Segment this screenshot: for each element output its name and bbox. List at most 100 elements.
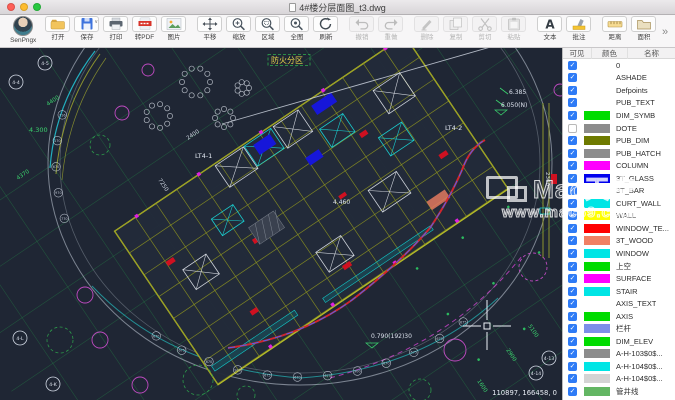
svg-text:4-13: 4-13: [544, 356, 555, 362]
svg-text:670: 670: [294, 375, 300, 379]
layer-visibility-checkbox[interactable]: ✓: [568, 311, 577, 321]
layer-visibility-checkbox[interactable]: ✓: [568, 299, 577, 309]
layer-row[interactable]: ✓ 3T_WOOD: [563, 235, 675, 248]
layer-row[interactable]: ✓ AXIS_TEXT: [563, 297, 675, 310]
layer-row[interactable]: ✓ 3T_GLASS: [563, 172, 675, 185]
layer-visibility-checkbox[interactable]: ✓: [568, 98, 577, 108]
refresh-icon[interactable]: [313, 16, 338, 32]
layer-visibility-checkbox[interactable]: ✓: [568, 274, 577, 284]
toolbar-save-button[interactable]: ∨ 保存: [72, 16, 101, 42]
layer-row[interactable]: ✓ SURFACE: [563, 272, 675, 285]
layer-color-swatch: [584, 136, 610, 146]
image-icon[interactable]: [161, 16, 186, 32]
layer-visibility-checkbox[interactable]: ✓: [568, 336, 577, 346]
layer-visibility-checkbox[interactable]: [568, 123, 577, 133]
toolbar-zoom-button[interactable]: 缩放: [224, 16, 253, 42]
layer-visibility-checkbox[interactable]: ✓: [568, 286, 577, 296]
layer-visibility-checkbox[interactable]: ✓: [568, 223, 577, 233]
toolbar-distance-button[interactable]: 距离: [600, 16, 629, 42]
layer-row[interactable]: ✓ 3T_BAR: [563, 184, 675, 197]
toolbar-open-button[interactable]: 打开: [43, 16, 72, 42]
layer-row[interactable]: ✓ 上空: [563, 260, 675, 273]
open-icon[interactable]: [45, 16, 70, 32]
text-icon[interactable]: A: [537, 16, 562, 32]
toolbar-area-button[interactable]: 面积: [629, 16, 658, 42]
layer-name: DIM_SYMB: [616, 110, 656, 120]
layer-row[interactable]: ✓ Defpoints: [563, 84, 675, 97]
layer-visibility-checkbox[interactable]: ✓: [568, 110, 577, 120]
layer-visibility-checkbox[interactable]: ✓: [568, 198, 577, 208]
layer-row[interactable]: ✓ A-H-104$0$...: [563, 360, 675, 373]
svg-text:4-4: 4-4: [12, 80, 20, 86]
toolbar-pdf-button[interactable]: 转PDF: [130, 16, 159, 42]
undo-icon: [349, 16, 374, 32]
layer-visibility-checkbox[interactable]: ✓: [568, 374, 577, 384]
area-icon[interactable]: [631, 16, 656, 32]
layer-visibility-checkbox[interactable]: ✓: [568, 211, 577, 221]
pan-icon[interactable]: [197, 16, 222, 32]
layer-row[interactable]: ✓ CURT_WALL: [563, 197, 675, 210]
layer-row[interactable]: ✓ COLUMN: [563, 159, 675, 172]
layer-row[interactable]: ✓ DIM_SYMB: [563, 109, 675, 122]
layer-name: A-H-104$0$...: [616, 374, 663, 384]
minimize-button[interactable]: [20, 3, 28, 11]
drawing-canvas[interactable]: 675 670 675 670 900 675 670 675 900 670 675 670 770 9…: [0, 0, 675, 400]
svg-text:170: 170: [54, 139, 60, 143]
layer-row[interactable]: ✓ PUB_TEXT: [563, 97, 675, 110]
layer-visibility-checkbox[interactable]: ✓: [568, 324, 577, 334]
annotate-icon[interactable]: [566, 16, 591, 32]
layer-visibility-checkbox[interactable]: ✓: [568, 73, 577, 83]
layer-row[interactable]: ✓ 栏杆: [563, 322, 675, 335]
print-icon[interactable]: [103, 16, 128, 32]
layer-row[interactable]: ✓ DIM_ELEV: [563, 335, 675, 348]
layer-row[interactable]: ✓ STAIR: [563, 285, 675, 298]
full-icon[interactable]: [284, 16, 309, 32]
layer-row[interactable]: ✓ WINDOW: [563, 247, 675, 260]
toolbar-text-button[interactable]: A 文本: [535, 16, 564, 42]
region-icon[interactable]: [255, 16, 280, 32]
toolbar-region-button[interactable]: 区域: [253, 16, 282, 42]
distance-icon[interactable]: [602, 16, 627, 32]
layer-row[interactable]: ✓ WALL: [563, 210, 675, 223]
layer-visibility-checkbox[interactable]: ✓: [568, 60, 577, 70]
toolbar-image-button[interactable]: 图片: [159, 16, 188, 42]
layer-row[interactable]: ✓ A-H-104$0$...: [563, 373, 675, 386]
user-account[interactable]: SenPngx: [3, 16, 43, 45]
layer-visibility-checkbox[interactable]: ✓: [568, 186, 577, 196]
layer-row[interactable]: DOTE: [563, 122, 675, 135]
svg-text:4-5: 4-5: [41, 61, 49, 67]
layer-visibility-checkbox[interactable]: ✓: [568, 173, 577, 183]
layer-row[interactable]: ✓ 0: [563, 59, 675, 72]
toolbar-print-button[interactable]: 打印: [101, 16, 130, 42]
layer-visibility-checkbox[interactable]: ✓: [568, 248, 577, 258]
layer-row[interactable]: ✓ WINDOW_TE...: [563, 222, 675, 235]
layer-row[interactable]: ✓ PUB_DIM: [563, 134, 675, 147]
zoom-icon[interactable]: [226, 16, 251, 32]
maximize-button[interactable]: [33, 3, 41, 11]
layer-visibility-checkbox[interactable]: ✓: [568, 361, 577, 371]
toolbar-pan-button[interactable]: 平移: [195, 16, 224, 42]
user-avatar[interactable]: [13, 16, 33, 36]
layer-visibility-checkbox[interactable]: ✓: [568, 236, 577, 246]
toolbar-refresh-button[interactable]: 刷新: [311, 16, 340, 42]
layer-visibility-checkbox[interactable]: ✓: [568, 386, 577, 396]
toolbar-annotate-button[interactable]: 批注: [564, 16, 593, 42]
pdf-icon[interactable]: [132, 16, 157, 32]
layer-row[interactable]: ✓ 管井线: [563, 385, 675, 398]
layer-row[interactable]: ✓ AXIS: [563, 310, 675, 323]
toolbar-full-button[interactable]: 全图: [282, 16, 311, 42]
toolbar-overflow-chevron[interactable]: »: [658, 26, 672, 38]
layer-row[interactable]: ✓ A-H-103$0$...: [563, 348, 675, 361]
save-icon[interactable]: ∨: [74, 16, 99, 32]
layer-visibility-checkbox[interactable]: ✓: [568, 148, 577, 158]
window-title: 4#楼分层面图_t3.dwg: [299, 2, 386, 13]
layer-visibility-checkbox[interactable]: ✓: [568, 261, 577, 271]
layer-visibility-checkbox[interactable]: ✓: [568, 161, 577, 171]
layer-row[interactable]: ✓ PUB_HATCH: [563, 147, 675, 160]
layer-visibility-checkbox[interactable]: ✓: [568, 349, 577, 359]
layer-row[interactable]: ✓ ASHADE: [563, 72, 675, 85]
layer-visibility-checkbox[interactable]: ✓: [568, 85, 577, 95]
layer-visibility-checkbox[interactable]: ✓: [568, 136, 577, 146]
close-button[interactable]: [7, 3, 15, 11]
layer-name: A-H-103$0$...: [616, 349, 663, 359]
